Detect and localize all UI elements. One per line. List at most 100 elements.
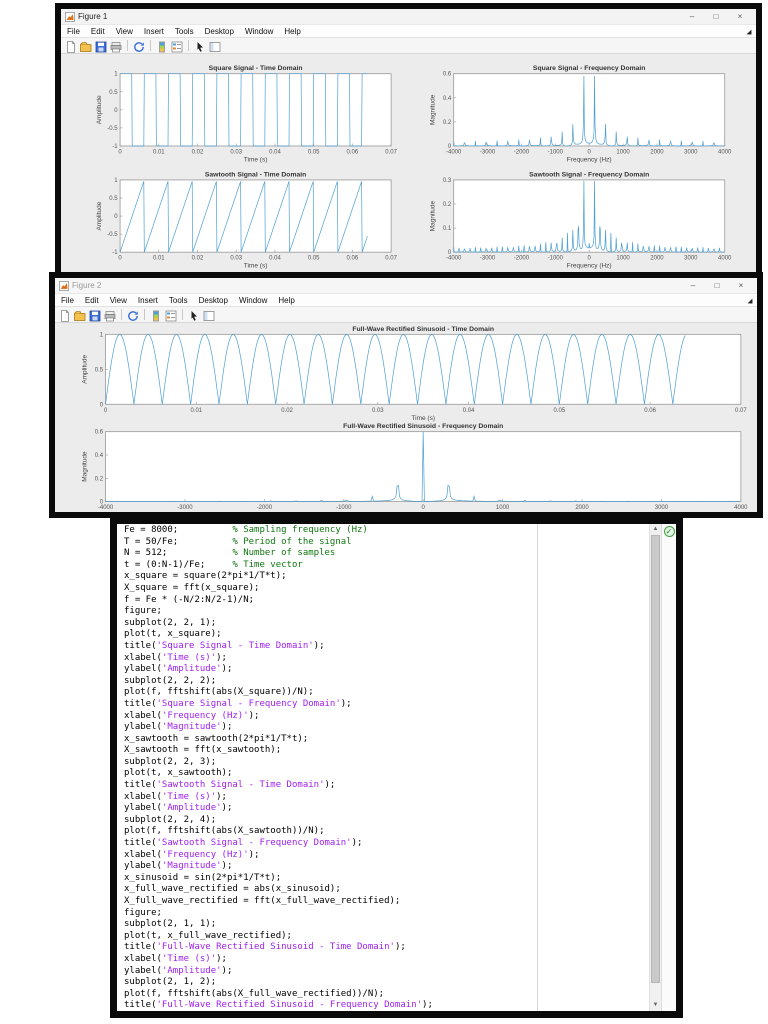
print-icon[interactable]: [104, 309, 116, 321]
new-document-icon[interactable]: [65, 40, 77, 52]
figure2-titlebar[interactable]: Figure 2 – □ ×: [55, 278, 757, 293]
code-line: title('Square Signal - Frequency Domain'…: [124, 699, 433, 711]
code-line: ylabel('Amplitude');: [124, 803, 433, 815]
svg-text:0.04: 0.04: [269, 149, 281, 155]
menu-insert[interactable]: Insert: [138, 296, 158, 305]
chart-sawtooth-freq: -4000-3000-2000-10000100020003000400000.…: [430, 171, 732, 269]
svg-text:0.2: 0.2: [443, 202, 452, 208]
new-document-icon[interactable]: [59, 309, 71, 321]
menu-desktop[interactable]: Desktop: [199, 296, 228, 305]
open-folder-icon[interactable]: [80, 40, 92, 52]
menu-view[interactable]: View: [116, 27, 133, 36]
svg-text:-4000: -4000: [446, 149, 462, 155]
svg-text:0.6: 0.6: [443, 72, 452, 78]
menu-tools[interactable]: Tools: [169, 296, 188, 305]
svg-text:-0.5: -0.5: [107, 126, 118, 132]
minimize-button[interactable]: –: [680, 9, 704, 24]
code-editor[interactable]: Fe = 8000; % Sampling frequency (Hz)T = …: [117, 524, 649, 1011]
figure1-window: Figure 1 – □ × File Edit View Insert Tools De…: [55, 3, 762, 279]
close-button[interactable]: ×: [729, 278, 753, 293]
open-folder-icon[interactable]: [74, 309, 86, 321]
window-title: Figure 2: [72, 281, 101, 290]
colorbar-icon[interactable]: [156, 40, 168, 52]
window-controls: – □ ×: [680, 9, 752, 24]
menu-help[interactable]: Help: [278, 296, 294, 305]
svg-text:0: 0: [588, 149, 592, 155]
code-line: title('Sawtooth Signal - Time Domain');: [124, 780, 433, 792]
scroll-down-icon[interactable]: ▼: [650, 1000, 661, 1011]
code-line: plot(f, fftshift(abs(X_sawtooth))/N);: [124, 826, 433, 838]
colorbar-icon[interactable]: [150, 309, 162, 321]
svg-text:0.5: 0.5: [95, 367, 104, 373]
menu-file[interactable]: File: [61, 296, 74, 305]
save-icon[interactable]: [89, 309, 101, 321]
toolbar-separator: [121, 309, 122, 320]
code-line: plot(t, x_square);: [124, 629, 433, 641]
scrollbar-thumb[interactable]: [651, 535, 660, 983]
toolbar-separator: [144, 309, 145, 320]
code-analyzer-ok-icon[interactable]: ✓: [664, 526, 675, 537]
page: { "windows": { "fig1": { "title": "Figur…: [0, 0, 768, 1024]
plot-browser-icon[interactable]: [209, 40, 221, 52]
maximize-button[interactable]: □: [704, 9, 728, 24]
pointer-icon[interactable]: [194, 40, 206, 52]
svg-text:2000: 2000: [650, 256, 664, 262]
code-line: subplot(2, 1, 2);: [124, 977, 433, 989]
menu-help[interactable]: Help: [284, 27, 300, 36]
svg-text:0.04: 0.04: [269, 256, 281, 262]
svg-text:0.5: 0.5: [109, 90, 118, 96]
code-line: subplot(2, 2, 3);: [124, 757, 433, 769]
menu-overflow-icon[interactable]: [747, 30, 752, 35]
pointer-icon[interactable]: [188, 309, 200, 321]
code-line: figure;: [124, 606, 433, 618]
refresh-icon[interactable]: [127, 309, 139, 321]
editor-scrollbar[interactable]: ▲ ▼: [649, 524, 661, 1011]
menu-desktop[interactable]: Desktop: [205, 27, 234, 36]
code-line: title('Sawtooth Signal - Frequency Domai…: [124, 838, 433, 850]
svg-text:1: 1: [114, 178, 118, 184]
y-axis-label: Amplitude: [82, 354, 89, 383]
svg-text:1000: 1000: [496, 505, 510, 511]
code-line: x_sawtooth = sawtooth(2*pi*1/T*t);: [124, 734, 433, 746]
code-line: plot(t, x_full_wave_rectified);: [124, 931, 433, 943]
legend-icon[interactable]: [171, 40, 183, 52]
menu-overflow-icon[interactable]: [748, 299, 753, 304]
menu-window[interactable]: Window: [239, 296, 267, 305]
fig1-charts: 00.010.020.030.040.050.060.07-1-0.500.51…: [61, 54, 756, 273]
svg-text:1: 1: [114, 72, 118, 78]
print-icon[interactable]: [110, 40, 122, 52]
svg-text:-3000: -3000: [177, 505, 193, 511]
scroll-up-icon[interactable]: ▲: [650, 524, 661, 535]
close-button[interactable]: ×: [728, 9, 752, 24]
chart-title: Sawtooth Signal - Frequency Domain: [529, 171, 649, 178]
svg-text:-3000: -3000: [480, 256, 496, 262]
svg-text:-1000: -1000: [336, 505, 352, 511]
code-line: xlabel('Time (s)');: [124, 954, 433, 966]
figure1-titlebar[interactable]: Figure 1 – □ ×: [61, 9, 756, 24]
code-line: subplot(2, 2, 1);: [124, 618, 433, 630]
legend-icon[interactable]: [165, 309, 177, 321]
chart-sawtooth-time: 00.010.020.030.040.050.060.07-1-0.500.51…: [96, 171, 398, 269]
code-line: xlabel('Time (s)');: [124, 653, 433, 665]
code-line: ylabel('Amplitude');: [124, 664, 433, 676]
plot-browser-icon[interactable]: [203, 309, 215, 321]
menu-view[interactable]: View: [110, 296, 127, 305]
menu-tools[interactable]: Tools: [175, 27, 194, 36]
svg-text:0.01: 0.01: [153, 256, 165, 262]
menu-window[interactable]: Window: [245, 27, 273, 36]
fig2-charts: 00.010.020.030.040.050.060.0700.51Full-W…: [55, 323, 757, 512]
minimize-button[interactable]: –: [681, 278, 705, 293]
y-axis-label: Magnitude: [430, 201, 437, 232]
menu-edit[interactable]: Edit: [91, 27, 105, 36]
svg-text:-1000: -1000: [548, 149, 564, 155]
maximize-button[interactable]: □: [705, 278, 729, 293]
x-axis-label: Time (s): [244, 263, 268, 270]
svg-text:0.06: 0.06: [644, 408, 656, 414]
code-line: T = 50/Fe; % Period of the signal: [124, 537, 433, 549]
refresh-icon[interactable]: [133, 40, 145, 52]
menu-insert[interactable]: Insert: [144, 27, 164, 36]
menu-edit[interactable]: Edit: [85, 296, 99, 305]
save-icon[interactable]: [95, 40, 107, 52]
menu-file[interactable]: File: [67, 27, 80, 36]
svg-text:0.2: 0.2: [95, 476, 104, 482]
